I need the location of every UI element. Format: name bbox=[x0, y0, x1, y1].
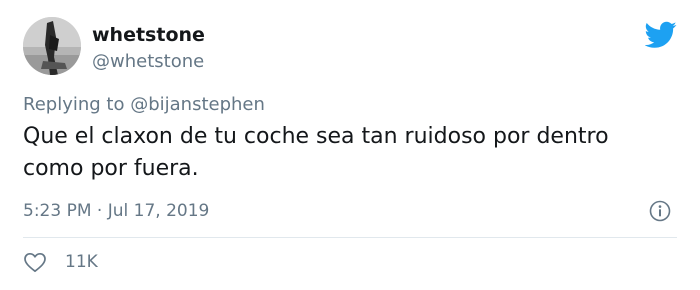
display-name[interactable]: whetstone bbox=[92, 24, 205, 46]
tweet-text-line: Que el claxon de tu coche sea tan ruidos… bbox=[23, 124, 609, 149]
handle[interactable]: @whetstone bbox=[92, 51, 204, 73]
reply-mention-link[interactable]: @bijanstephen bbox=[130, 94, 265, 115]
like-button[interactable]: 11K bbox=[23, 250, 98, 274]
avatar[interactable] bbox=[23, 17, 81, 75]
tweet-text-line: como por fuera. bbox=[23, 156, 199, 181]
heart-icon bbox=[24, 252, 46, 273]
tweet-text: Que el claxon de tu coche sea tan ruidos… bbox=[23, 121, 663, 185]
like-count: 11K bbox=[65, 252, 98, 272]
tweet-card: whetstone @whetstone Replying to @bijans… bbox=[0, 0, 700, 290]
divider bbox=[23, 237, 677, 238]
reply-prefix: Replying to bbox=[23, 94, 125, 115]
twitter-bird-icon[interactable] bbox=[644, 21, 677, 49]
info-icon[interactable] bbox=[649, 200, 671, 222]
reply-context: Replying to @bijanstephen bbox=[23, 94, 265, 116]
timestamp[interactable]: 5:23 PM · Jul 17, 2019 bbox=[23, 200, 209, 222]
